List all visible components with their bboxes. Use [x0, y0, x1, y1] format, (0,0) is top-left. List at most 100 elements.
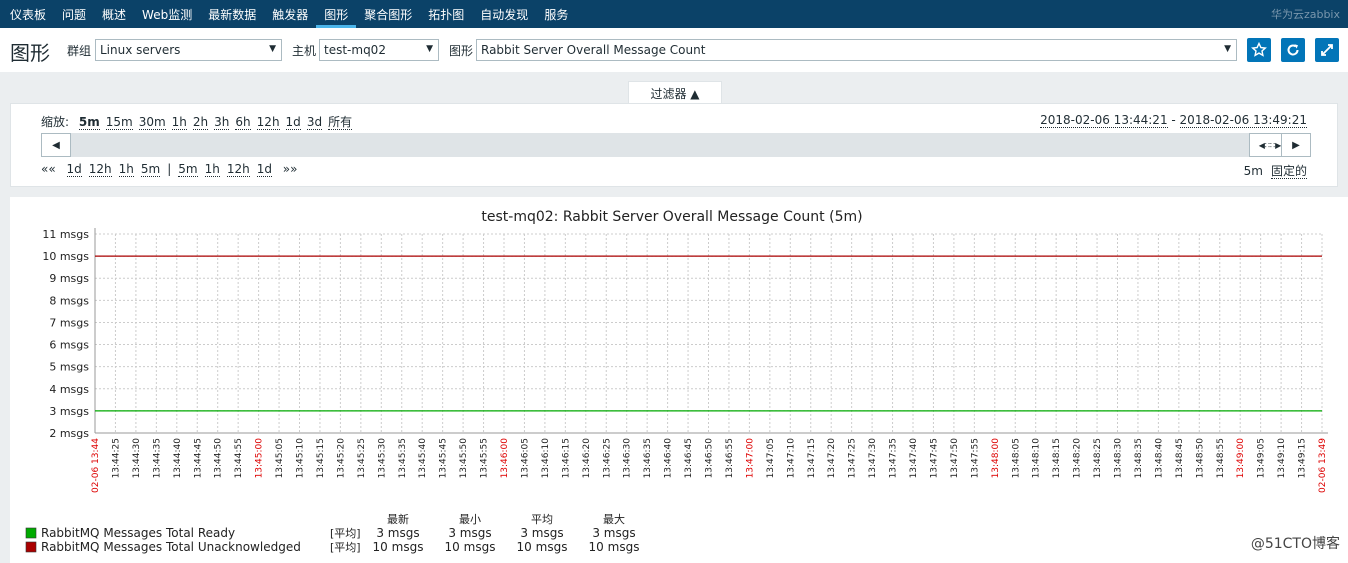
x-tick-label: 13:44:30 [132, 438, 142, 479]
legend-series-name: RabbitMQ Messages Total Unacknowledged [41, 540, 301, 554]
zoom-option[interactable]: 30m [138, 115, 166, 130]
fullscreen-icon [1321, 44, 1333, 56]
x-tick-label: 13:46:15 [561, 438, 571, 478]
x-tick-label: 13:47:10 [786, 438, 796, 479]
y-tick-label: 2 msgs [49, 427, 89, 440]
legend-stat-value: 10 msgs [373, 540, 424, 554]
zoom-option[interactable]: 2h [192, 115, 209, 130]
x-tick-label: 13:48:55 [1216, 438, 1226, 478]
legend-swatch-0 [25, 527, 37, 539]
zoom-option[interactable]: 3h [214, 115, 230, 130]
period-nav-link[interactable]: 12h [226, 162, 250, 177]
x-tick-label: 13:47:55 [970, 438, 980, 478]
x-tick-label: 13:46:55 [725, 438, 735, 478]
group-label: 群组 [67, 44, 92, 58]
period-nav-link[interactable]: 1d [66, 162, 82, 177]
y-tick-label: 10 msgs [42, 250, 89, 263]
x-tick-label: 13:46:25 [602, 438, 612, 478]
x-tick-label: 13:46:20 [582, 438, 592, 479]
zoom-label: 缩放: [41, 115, 70, 129]
nav-item-0[interactable]: 仪表板 [2, 0, 54, 28]
graph-select[interactable]: Rabbit Server Overall Message Count ▼ [476, 39, 1237, 61]
x-tick-label: 13:45:35 [398, 438, 408, 478]
x-tick-label: 13:48:25 [1093, 438, 1103, 478]
x-tick-label: 13:48:30 [1114, 438, 1124, 479]
x-tick-label: 13:45:55 [480, 438, 490, 478]
brand-label: 华为云zabbix [1270, 8, 1340, 21]
x-tick-label: 13:44:45 [193, 438, 203, 478]
star-icon [1251, 42, 1267, 57]
fullscreen-button[interactable] [1315, 38, 1339, 62]
page-title: 图形 [10, 41, 50, 65]
x-tick-label: 13:48:05 [1011, 438, 1021, 478]
scroll-left-button[interactable]: ◀ [41, 133, 71, 157]
x-tick-label: 13:45:45 [439, 438, 449, 478]
period-nav-link[interactable]: 1d [256, 162, 272, 177]
handle-icon: ◀∷∷▶ [1258, 140, 1282, 150]
x-tick-label: 13:47:15 [807, 438, 817, 478]
range-from[interactable]: 2018-02-06 13:44:21 [1040, 113, 1168, 128]
legend-stat-value: 10 msgs [517, 540, 568, 554]
period-nav-link[interactable]: 5m [178, 162, 198, 177]
nav-item-4[interactable]: 最新数据 [200, 0, 264, 28]
nav-item-7[interactable]: 聚合图形 [356, 0, 420, 28]
period-nav-link[interactable]: 1h [204, 162, 220, 177]
x-tick-label: 13:47:30 [868, 438, 878, 479]
period-nav-text: «« [41, 162, 60, 176]
nav-item-9[interactable]: 自动发现 [472, 0, 536, 28]
favourite-button[interactable] [1247, 38, 1271, 62]
period-nav-text: »» [278, 162, 298, 176]
refresh-button[interactable] [1281, 38, 1305, 62]
x-tick-label: 13:46:00 [500, 438, 510, 479]
nav-item-1[interactable]: 问题 [54, 0, 94, 28]
x-tick-label: 13:47:00 [745, 438, 755, 479]
zoom-option[interactable]: 1h [171, 115, 187, 130]
range-to[interactable]: 2018-02-06 13:49:21 [1179, 113, 1307, 128]
fixed-toggle[interactable]: 固定的 [1270, 164, 1307, 179]
timeline-scrollbar[interactable]: ◀ ◀∷∷▶ ▶ [41, 133, 1311, 157]
zoom-option[interactable]: 3d [306, 115, 323, 130]
group-select[interactable]: Linux servers ▼ [95, 39, 282, 61]
x-tick-label: 13:48:20 [1073, 438, 1083, 479]
chevron-down-icon: ▼ [1224, 44, 1231, 54]
filter-tab[interactable]: 过滤器 ▲ [628, 81, 722, 105]
nav-item-5[interactable]: 触发器 [264, 0, 316, 28]
zoom-option[interactable]: 6h [235, 115, 251, 130]
nav-item-10[interactable]: 服务 [536, 0, 576, 28]
legend-stat-value: 3 msgs [448, 526, 491, 540]
zoom-option[interactable]: 5m [78, 115, 100, 130]
host-label: 主机 [292, 44, 317, 58]
chevron-down-icon: ▼ [269, 44, 276, 54]
chart-title: test-mq02: Rabbit Server Overall Message… [481, 209, 862, 225]
x-end-label: 02-06 13:49 [1318, 438, 1328, 493]
x-tick-label: 13:45:40 [418, 438, 428, 479]
graph-select-value: Rabbit Server Overall Message Count [481, 43, 706, 57]
zoom-option[interactable]: 1d [285, 115, 301, 130]
x-tick-label: 13:45:10 [296, 438, 306, 479]
zoom-option[interactable]: 12h [256, 115, 280, 130]
x-tick-label: 13:45:50 [459, 438, 469, 479]
period-value: 5m [1243, 164, 1263, 178]
x-tick-label: 13:45:05 [275, 438, 285, 478]
nav-item-3[interactable]: Web监测 [134, 0, 200, 28]
nav-item-2[interactable]: 概述 [94, 0, 134, 28]
period-nav-link[interactable]: 5m [140, 162, 161, 177]
y-tick-label: 8 msgs [49, 294, 89, 307]
zoom-option[interactable]: 15m [105, 115, 133, 130]
legend-func: [平均] [330, 541, 361, 554]
zoom-option[interactable]: 所有 [328, 115, 353, 130]
nav-item-6[interactable]: 图形 [316, 0, 357, 28]
host-select[interactable]: test-mq02 ▼ [319, 39, 439, 61]
main-menu: 仪表板 问题 概述 Web监测 最新数据 触发器 图形 聚合图形 拓扑图 自动发现 服务 [0, 0, 576, 28]
y-tick-label: 5 msgs [49, 361, 89, 374]
period-nav-link[interactable]: 1h [118, 162, 134, 177]
legend-stat-value: 10 msgs [589, 540, 640, 554]
legend-stat-value: 10 msgs [445, 540, 496, 554]
period-fixed: 5m 固定的 [1244, 162, 1307, 179]
period-nav-link[interactable]: 12h [88, 162, 112, 177]
nav-item-8[interactable]: 拓扑图 [420, 0, 472, 28]
time-range: 2018-02-06 13:44:21 - 2018-02-06 13:49:2… [1040, 113, 1307, 128]
legend-stat-header: 最小 [459, 513, 481, 526]
period-nav-text: | [167, 162, 172, 176]
scroll-right-button[interactable]: ▶ [1281, 133, 1311, 157]
